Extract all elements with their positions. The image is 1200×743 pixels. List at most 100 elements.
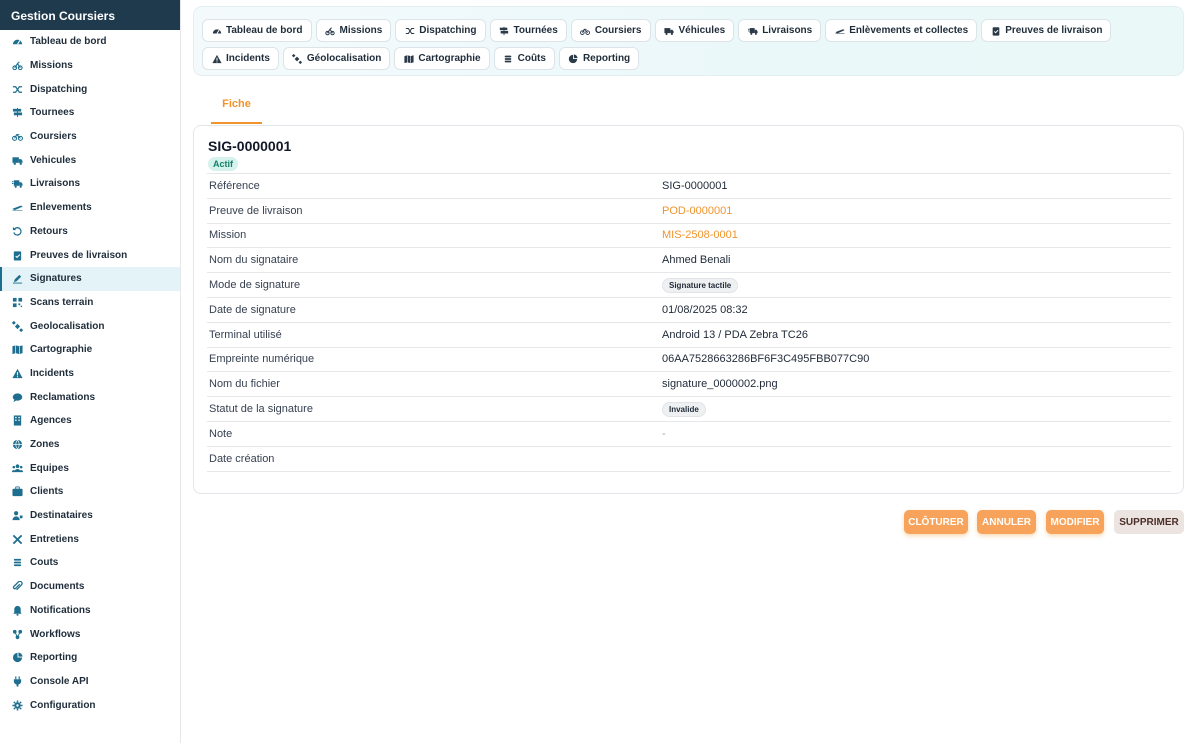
sidebar-item-missions[interactable]: Missions: [0, 54, 180, 78]
tab-dashboard[interactable]: Tableau de bord: [202, 19, 312, 42]
sidebar-item-retours[interactable]: Retours: [0, 220, 180, 244]
sidebar-item-couts[interactable]: Couts: [0, 551, 180, 575]
field-row: Empreinte numérique 06AA7528663286BF6F3C4…: [207, 348, 1171, 373]
truck-fast-icon: [747, 25, 758, 36]
sidebar-item-label: Retours: [30, 225, 68, 237]
sidebar-item-reclamations[interactable]: Reclamations: [0, 385, 180, 409]
tab-label: Dispatching: [419, 25, 477, 36]
sidebar-item-console-api[interactable]: Console API: [0, 670, 180, 694]
sidebar-item-signatures[interactable]: Signatures: [0, 266, 180, 291]
cancel-button[interactable]: ANNULER: [977, 510, 1036, 534]
sidebar-item-incidents[interactable]: Incidents: [0, 362, 180, 386]
map-icon: [403, 53, 414, 64]
sidebar-item-cartographie[interactable]: Cartographie: [0, 338, 180, 362]
sidebar-item-label: Preuves de livraison: [30, 249, 128, 261]
pie-chart-icon: [12, 652, 23, 663]
sidebar-item-label: Coursiers: [30, 131, 77, 143]
field-value: Android 13 / PDA Zebra TC26: [662, 328, 808, 341]
tab-truck[interactable]: Véhicules: [654, 19, 735, 42]
edit-button[interactable]: MODIFIER: [1046, 510, 1104, 534]
shuffle-icon: [404, 25, 415, 36]
tab-map[interactable]: Cartographie: [394, 47, 490, 70]
tab-label: Coursiers: [594, 25, 642, 36]
tab-shuffle[interactable]: Dispatching: [395, 19, 486, 42]
status-badge: Actif: [208, 157, 238, 171]
field-value: Signature tactile: [662, 277, 739, 293]
sidebar-item-label: Geolocalisation: [30, 320, 105, 332]
tab-satellite[interactable]: Géolocalisation: [282, 47, 391, 70]
sidebar-item-label: Vehicules: [30, 154, 77, 166]
warning-icon: [211, 53, 222, 64]
sidebar-item-enlevements[interactable]: Enlevements: [0, 196, 180, 220]
sidebar-list: Tableau de bord Missions Dispatching Tourne…: [0, 30, 180, 717]
tab-pie-chart[interactable]: Reporting: [558, 47, 640, 70]
tab-label: Missions: [339, 25, 383, 36]
tab-coins[interactable]: Coûts: [493, 47, 555, 70]
module-tabbar: Tableau de bord Missions Dispatching Tourné…: [193, 6, 1184, 76]
sidebar-item-label: Tableau de bord: [30, 36, 107, 48]
delete-button[interactable]: SUPPRIMER: [1114, 510, 1184, 534]
coins-icon: [12, 557, 23, 568]
tab-plane[interactable]: Enlèvements et collectes: [825, 19, 978, 42]
sidebar-item-zones[interactable]: Zones: [0, 433, 180, 457]
field-value: Invalide: [662, 401, 706, 417]
tools-icon: [12, 534, 23, 545]
bell-icon: [12, 605, 23, 616]
field-value: -: [662, 427, 666, 440]
sidebar-item-preuves-de-livraison[interactable]: Preuves de livraison: [0, 243, 180, 267]
field-label: Mode de signature: [209, 279, 301, 292]
bicycle-icon: [12, 131, 23, 142]
sidebar-item-configuration[interactable]: Configuration: [0, 693, 180, 717]
sidebar-item-notifications[interactable]: Notifications: [0, 599, 180, 623]
dashboard-icon: [211, 25, 222, 36]
field-row: Mission MIS-2508-0001: [207, 224, 1171, 249]
paperclip-icon: [12, 581, 23, 592]
tab-fiche[interactable]: Fiche: [211, 92, 262, 124]
sidebar-item-scans-terrain[interactable]: Scans terrain: [0, 291, 180, 315]
building-icon: [12, 415, 23, 426]
value-pill: Invalide: [662, 401, 706, 417]
sidebar-item-entretiens[interactable]: Entretiens: [0, 527, 180, 551]
sidebar-item-equipes[interactable]: Equipes: [0, 456, 180, 480]
sidebar-item-vehicules[interactable]: Vehicules: [0, 148, 180, 172]
sidebar-item-documents[interactable]: Documents: [0, 575, 180, 599]
field-value: 01/08/2025 08:32: [662, 303, 748, 316]
sidebar-item-livraisons[interactable]: Livraisons: [0, 172, 180, 196]
sidebar-item-coursiers[interactable]: Coursiers: [0, 125, 180, 149]
tab-label: Véhicules: [678, 25, 726, 36]
tab-bicycle[interactable]: Coursiers: [570, 19, 651, 42]
plane-icon: [12, 202, 23, 213]
field-label: Statut de la signature: [209, 403, 313, 416]
sidebar-item-destinataires[interactable]: Destinataires: [0, 504, 180, 528]
app-title: Gestion Coursiers: [0, 0, 180, 30]
pie-chart-icon: [568, 53, 579, 64]
sidebar-item-label: Reporting: [30, 652, 78, 664]
sidebar-item-workflows[interactable]: Workflows: [0, 622, 180, 646]
truck-fast-icon: [12, 178, 23, 189]
sidebar-item-tableau-de-bord[interactable]: Tableau de bord: [0, 30, 180, 54]
tab-warning[interactable]: Incidents: [202, 47, 279, 70]
tab-clipboard-check[interactable]: Preuves de livraison: [981, 19, 1112, 42]
truck-icon: [12, 155, 23, 166]
briefcase-icon: [12, 486, 23, 497]
sidebar-item-label: Missions: [30, 60, 73, 72]
field-label: Terminal utilisé: [209, 328, 282, 341]
sidebar-item-tournees[interactable]: Tournees: [0, 101, 180, 125]
sidebar-item-reporting[interactable]: Reporting: [0, 646, 180, 670]
sidebar-item-clients[interactable]: Clients: [0, 480, 180, 504]
tab-bike[interactable]: Missions: [315, 19, 392, 42]
close-button[interactable]: CLÔTURER: [904, 510, 968, 534]
tab-label: Géolocalisation: [306, 53, 382, 64]
field-value-link[interactable]: POD-0000001: [662, 205, 732, 217]
field-value-link[interactable]: MIS-2508-0001: [662, 229, 738, 241]
field-row: Mode de signature Signature tactile: [207, 273, 1171, 298]
sidebar-item-label: Zones: [30, 439, 60, 451]
sidebar-item-dispatching[interactable]: Dispatching: [0, 77, 180, 101]
tab-signpost[interactable]: Tournées: [489, 19, 567, 42]
sidebar-item-geolocalisation[interactable]: Geolocalisation: [0, 314, 180, 338]
globe-icon: [12, 439, 23, 450]
tab-truck-fast[interactable]: Livraisons: [738, 19, 822, 42]
sidebar-item-label: Livraisons: [30, 178, 81, 190]
sidebar-item-agences[interactable]: Agences: [0, 409, 180, 433]
shuffle-icon: [12, 84, 23, 95]
